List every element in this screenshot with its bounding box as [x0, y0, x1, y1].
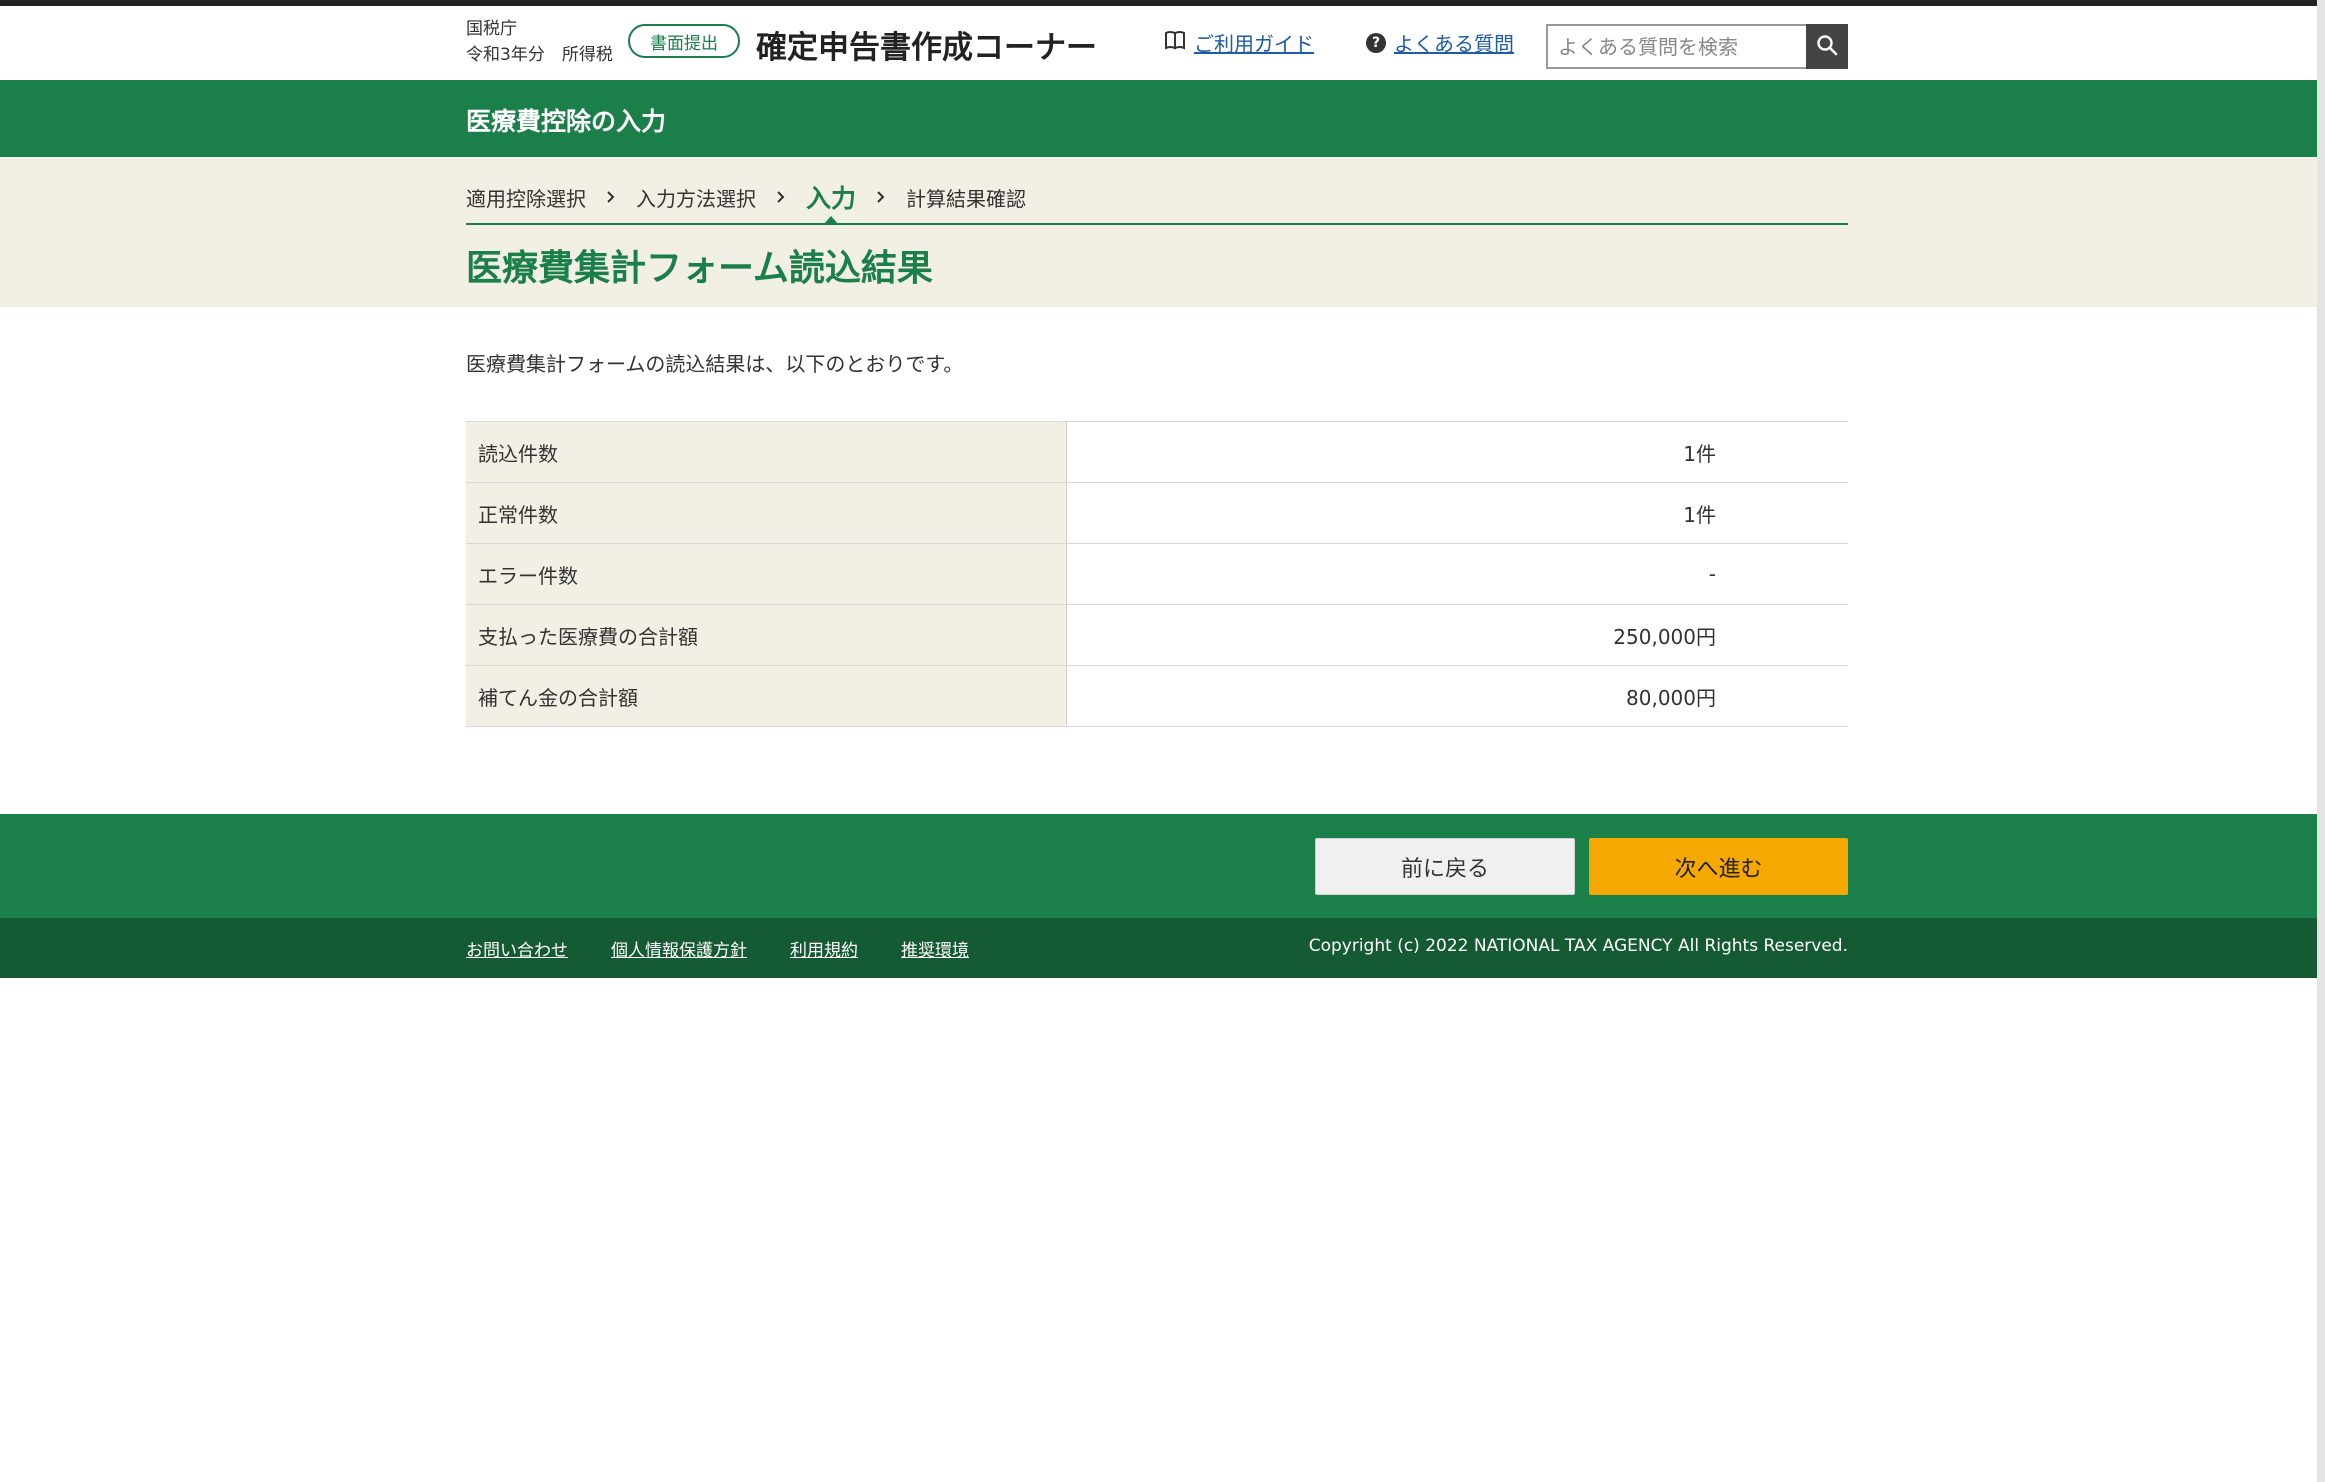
- page-title: 医療費集計フォーム読込結果: [466, 248, 933, 289]
- footer-link-terms[interactable]: 利用規約: [790, 936, 858, 961]
- next-button[interactable]: 次へ進む: [1589, 838, 1848, 895]
- result-table: 読込件数 1件 正常件数 1件 エラー件数 - 支払った医療費の合計額 250,…: [466, 421, 1848, 727]
- row-value: 1件: [1066, 421, 1848, 483]
- search-icon: [1816, 34, 1838, 60]
- row-value: 1件: [1066, 482, 1848, 544]
- table-row: 支払った医療費の合計額 250,000円: [466, 604, 1848, 666]
- submission-mode-badge: 書面提出: [628, 24, 740, 58]
- steps-divider: [466, 223, 1848, 225]
- agency-info: 国税庁 令和3年分 所得税: [466, 16, 613, 68]
- chevron-right-icon: [776, 190, 786, 204]
- search-input[interactable]: [1546, 24, 1806, 69]
- progress-steps: 適用控除選択 入力方法選択 入力 計算結果確認: [466, 179, 1026, 215]
- window-right-edge: [2317, 0, 2325, 1482]
- search-button[interactable]: [1806, 24, 1848, 69]
- tax-year: 令和3年分 所得税: [466, 45, 613, 65]
- action-bar: 前に戻る 次へ進む: [0, 814, 2317, 918]
- faq-link-group[interactable]: ? よくある質問: [1366, 28, 1514, 57]
- row-value: 80,000円: [1066, 665, 1848, 727]
- faq-search: [1546, 24, 1848, 69]
- site-title[interactable]: 確定申告書作成コーナー: [756, 22, 1097, 67]
- step-result-confirm: 計算結果確認: [906, 186, 1027, 211]
- step-deduction-select: 適用控除選択: [466, 186, 586, 211]
- table-row: 補てん金の合計額 80,000円: [466, 665, 1848, 727]
- footer-link-contact[interactable]: お問い合わせ: [466, 936, 568, 961]
- section-title: 医療費控除の入力: [466, 107, 667, 136]
- table-row: 読込件数 1件: [466, 421, 1848, 483]
- book-icon: [1164, 30, 1186, 55]
- step-input-current: 入力: [806, 184, 857, 213]
- chevron-right-icon: [876, 190, 886, 204]
- table-row: エラー件数 -: [466, 543, 1848, 605]
- row-label: 正常件数: [466, 482, 1067, 544]
- row-value: -: [1066, 543, 1848, 605]
- question-circle-icon: ?: [1366, 32, 1386, 53]
- row-label: エラー件数: [466, 543, 1067, 605]
- guide-link-group[interactable]: ご利用ガイド: [1164, 28, 1314, 57]
- footer-link-environment[interactable]: 推奨環境: [901, 936, 969, 961]
- guide-link[interactable]: ご利用ガイド: [1194, 28, 1314, 57]
- site-footer: お問い合わせ 個人情報保護方針 利用規約 推奨環境 Copyright (c) …: [0, 918, 2317, 978]
- site-header: 国税庁 令和3年分 所得税 書面提出 確定申告書作成コーナー ご利用ガイド ? …: [0, 6, 2317, 80]
- faq-link[interactable]: よくある質問: [1394, 28, 1514, 57]
- row-value: 250,000円: [1066, 604, 1848, 666]
- table-row: 正常件数 1件: [466, 482, 1848, 544]
- copyright-text: Copyright (c) 2022 NATIONAL TAX AGENCY A…: [1308, 936, 1848, 956]
- step-input-method: 入力方法選択: [636, 186, 756, 211]
- footer-links: お問い合わせ 個人情報保護方針 利用規約 推奨環境: [466, 936, 969, 961]
- lead-text: 医療費集計フォームの読込結果は、以下のとおりです。: [466, 352, 964, 376]
- page-heading-area: 適用控除選択 入力方法選択 入力 計算結果確認 医療費集計フォーム読込結果: [0, 157, 2317, 307]
- section-band: 医療費控除の入力: [0, 80, 2317, 157]
- row-label: 読込件数: [466, 421, 1067, 483]
- chevron-right-icon: [606, 190, 616, 204]
- agency-name: 国税庁: [466, 19, 517, 39]
- row-label: 補てん金の合計額: [466, 665, 1067, 727]
- row-label: 支払った医療費の合計額: [466, 604, 1067, 666]
- back-button[interactable]: 前に戻る: [1315, 838, 1575, 895]
- footer-link-privacy[interactable]: 個人情報保護方針: [611, 936, 747, 961]
